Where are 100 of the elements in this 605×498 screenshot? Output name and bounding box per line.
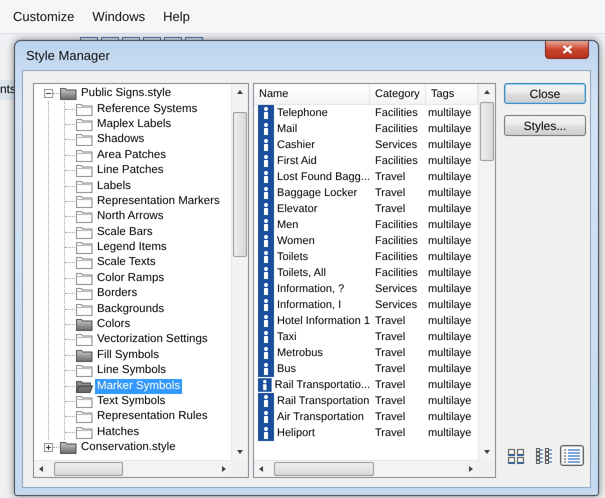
column-header[interactable]: Tags (426, 84, 478, 105)
menu-item[interactable]: Customize (4, 9, 84, 24)
list-item[interactable]: First Aid (277, 155, 317, 167)
list-item[interactable]: Telephone (277, 107, 328, 119)
list-item[interactable]: Lost Found Bagg... (277, 171, 370, 183)
folder-icon (76, 210, 93, 224)
table-cell: Facilities (375, 107, 418, 119)
list-item[interactable]: Cashier (277, 139, 315, 151)
table-cell: Travel (375, 187, 406, 199)
scrollbar[interactable] (254, 460, 478, 477)
tree-item[interactable]: Hatches (95, 424, 142, 440)
sign-icon (258, 393, 274, 409)
table-cell: multilaye (428, 123, 472, 135)
tree-item[interactable]: Legend Items (95, 240, 169, 256)
menu-item[interactable]: Windows (83, 9, 154, 24)
tree-item[interactable]: Area Patches (95, 148, 168, 163)
scrollbar[interactable] (34, 460, 231, 477)
list-item[interactable]: Elevator (277, 203, 318, 215)
scroll-thumb[interactable] (54, 462, 123, 476)
table-cell: Travel (375, 395, 406, 407)
folder-icon (76, 395, 93, 408)
tree-item[interactable]: Reference Systems (95, 102, 200, 117)
list-item[interactable]: Baggage Locker (277, 187, 358, 199)
collapse-icon[interactable] (44, 89, 53, 98)
table-cell: Travel (375, 427, 406, 439)
scrollbar[interactable] (231, 84, 248, 460)
table-cell: Travel (375, 347, 406, 359)
tree-item[interactable]: Labels (95, 178, 133, 194)
table-cell: Travel (375, 315, 406, 327)
tree-item[interactable]: Line Symbols (95, 363, 168, 378)
folder-icon (76, 241, 93, 254)
tree-item[interactable]: Conservation.style (79, 440, 178, 456)
tree-item[interactable]: Text Symbols (95, 394, 168, 409)
scrollbar[interactable] (478, 84, 495, 460)
tree-item[interactable]: Representation Markers (95, 194, 222, 209)
table-cell: Services (375, 139, 418, 151)
scroll-thumb[interactable] (480, 102, 494, 161)
dialog-button[interactable]: Close (504, 83, 586, 104)
folder-icon (76, 194, 93, 208)
details-view-icon (563, 448, 581, 464)
tree-item[interactable]: Line Patches (95, 163, 166, 178)
list-item[interactable]: Taxi (277, 331, 297, 343)
list-view-icon (535, 448, 553, 464)
tree-item[interactable]: Scale Bars (95, 224, 155, 240)
tree-item[interactable]: North Arrows (95, 209, 166, 224)
table-cell: multilaye (428, 219, 472, 231)
table-cell: Travel (375, 363, 406, 375)
dialog-button[interactable]: Styles... (504, 115, 586, 136)
table-cell: multilaye (428, 235, 472, 247)
table-cell: Services (375, 283, 418, 295)
tree-item[interactable]: Public Signs.style (79, 86, 174, 102)
column-header[interactable]: Name (254, 84, 370, 105)
tree-item[interactable]: Representation Rules (95, 409, 210, 424)
tree-item[interactable]: Fill Symbols (95, 348, 161, 363)
table-cell: Travel (375, 411, 406, 423)
close-icon (562, 45, 572, 54)
list-item[interactable]: Toilets (277, 251, 308, 263)
table-cell: multilaye (428, 331, 472, 343)
scroll-thumb[interactable] (274, 462, 374, 476)
table-cell: multilaye (428, 315, 472, 327)
tree-item[interactable]: Maplex Labels (95, 116, 174, 132)
list-item[interactable]: Men (277, 219, 298, 231)
list-item[interactable]: Information, I (277, 299, 342, 311)
list-item[interactable]: Metrobus (277, 347, 323, 359)
list-item[interactable]: Rail Transportation (277, 395, 370, 407)
sign-icon (258, 361, 274, 377)
list-item[interactable]: Air Transportation (277, 411, 364, 423)
large-icons-view-icon (507, 448, 525, 464)
folder-icon (76, 118, 93, 131)
table-cell: Facilities (375, 251, 418, 263)
sign-icon (258, 425, 274, 441)
list-item[interactable]: Bus (277, 363, 296, 375)
list-item[interactable]: Information, ? (277, 283, 344, 295)
folder-icon (76, 410, 93, 424)
column-header[interactable]: Category (370, 84, 426, 105)
tree-item[interactable]: Shadows (95, 132, 146, 148)
folder-icon (60, 87, 77, 100)
menu-item[interactable]: Help (154, 9, 199, 24)
view-button[interactable] (560, 445, 584, 466)
scroll-thumb[interactable] (233, 112, 247, 257)
tree-item[interactable]: Scale Texts (95, 255, 158, 270)
folder-icon (76, 364, 93, 378)
tree-item[interactable]: Color Ramps (95, 270, 166, 286)
list-item[interactable]: Toilets, All (277, 267, 326, 279)
list-item[interactable]: Heliport (277, 427, 315, 439)
list-item[interactable]: Women (277, 235, 315, 247)
expand-icon[interactable] (44, 443, 53, 452)
close-button[interactable] (545, 41, 589, 59)
folder-icon (76, 318, 93, 332)
list-item[interactable]: Hotel Information 1 (277, 315, 370, 327)
list-item[interactable]: Mail (277, 123, 298, 135)
folder-icon (76, 272, 93, 285)
table-cell: multilaye (428, 107, 472, 119)
tree-item[interactable]: Backgrounds (95, 302, 166, 317)
table-cell: multilaye (428, 283, 472, 295)
list-item[interactable]: Rail Transportatio... (274, 379, 370, 391)
folder-icon (76, 133, 93, 146)
tree-item[interactable]: Vectorization Settings (95, 332, 210, 348)
tree-item[interactable]: Colors (95, 317, 132, 332)
tree-item[interactable]: Borders (95, 286, 140, 302)
